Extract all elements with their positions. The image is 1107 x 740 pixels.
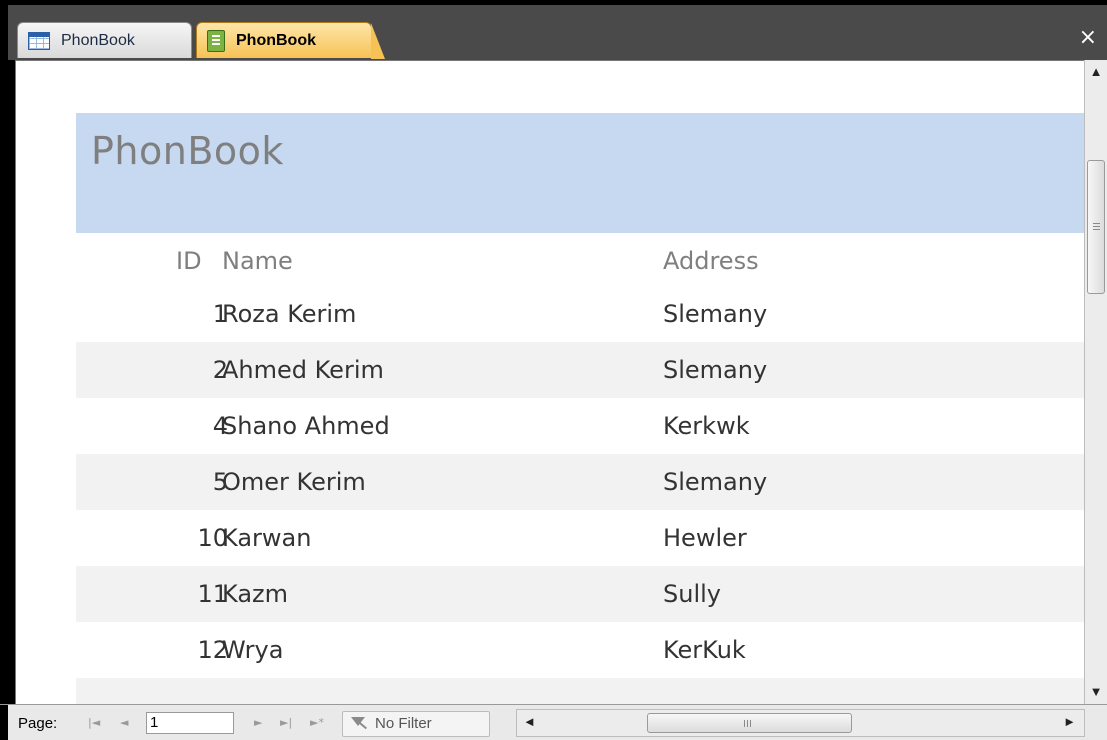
page-number-input[interactable]: 1 [146,712,234,734]
column-header-name: Name [222,247,293,275]
cell-address: KerKuk [663,636,746,664]
table-row: 2 Ahmed Kerim Slemany [76,342,1084,398]
left-border [0,705,8,740]
table-row: 4 Shano Ahmed Kerkwk [76,398,1084,454]
cell-name: Roza Kerim [222,300,357,328]
top-border [0,0,1107,5]
report-view: PhonBook ID Name Address 1 Roza Kerim Sl… [15,60,1084,704]
table-row: 12 Wrya KerKuk [76,622,1084,678]
horizontal-scrollbar[interactable]: ◄ ► [516,709,1085,737]
cell-name: Karwan [222,524,312,552]
vertical-scrollbar[interactable]: ▲ ▼ [1084,60,1107,704]
filter-icon [351,717,369,731]
tab-phonbook-table[interactable]: PhonBook [17,22,192,58]
column-header-id: ID [176,247,202,275]
record-navigation-bar: Page: |◄ ◄ 1 ► ►| ►* No Filter ◄ ► [0,704,1107,740]
table-row: 11 Kazm Sully [76,566,1084,622]
first-page-icon[interactable]: |◄ [88,716,100,729]
vertical-scroll-thumb[interactable] [1087,160,1105,294]
table-row: 5 Omer Kerim Slemany [76,454,1084,510]
table-row: 10 Karwan Hewler [76,510,1084,566]
report-header: PhonBook [76,113,1084,233]
cell-name: Kazm [222,580,288,608]
document-tab-bar: PhonBook PhonBook × [0,0,1107,60]
scroll-up-arrow-icon[interactable]: ▲ [1085,62,1107,82]
scroll-right-arrow-icon[interactable]: ► [1063,714,1076,729]
cell-address: Hewler [663,524,747,552]
tab-phonbook-report[interactable]: PhonBook [196,22,385,59]
cell-name: Ahmed Kerim [222,356,384,384]
filter-toggle-button[interactable]: No Filter [342,711,490,737]
tab-label: PhonBook [236,31,316,49]
table-row: 1 Roza Kerim Slemany [76,286,1084,342]
filter-label: No Filter [375,715,432,732]
close-icon[interactable]: × [1079,27,1097,49]
cell-address: Slemany [663,468,768,496]
report-title: PhonBook [91,129,284,173]
cell-address: Sully [663,580,721,608]
cell-address: Slemany [663,356,768,384]
previous-page-icon[interactable]: ◄ [120,716,128,729]
table-row-partial [76,678,1084,704]
report-icon [207,29,225,52]
tab-label: PhonBook [61,31,135,49]
page-label: Page: [18,715,58,732]
cell-address: Slemany [663,300,768,328]
cell-name: Shano Ahmed [222,412,390,440]
new-record-icon[interactable]: ►* [310,716,324,729]
scroll-left-arrow-icon[interactable]: ◄ [523,714,536,729]
column-header-address: Address [663,247,759,275]
cell-name: Omer Kerim [222,468,366,496]
cell-name: Wrya [222,636,284,664]
table-icon [28,31,50,50]
horizontal-scroll-thumb[interactable] [647,713,852,733]
scroll-down-arrow-icon[interactable]: ▼ [1085,682,1107,702]
last-page-icon[interactable]: ►| [280,716,292,729]
left-border [0,0,8,60]
next-page-icon[interactable]: ► [254,716,262,729]
cell-address: Kerkwk [663,412,750,440]
